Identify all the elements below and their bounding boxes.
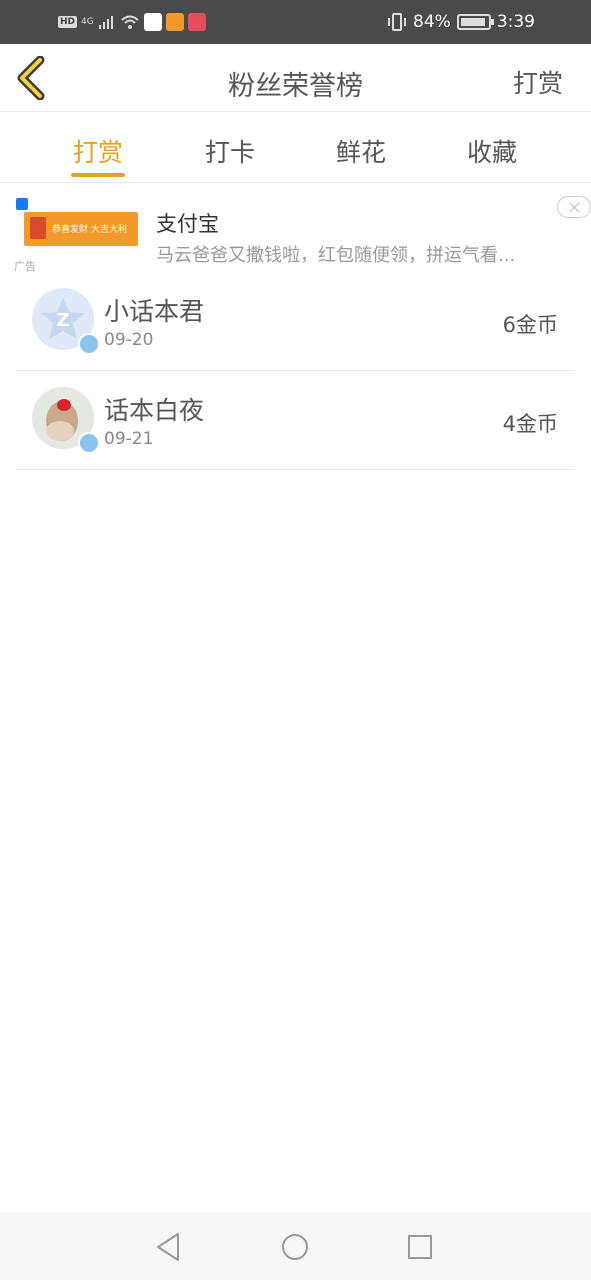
notification-app-icon bbox=[143, 13, 162, 31]
author-badge-icon bbox=[78, 432, 100, 454]
ad-banner[interactable]: 恭喜发财 大吉大利 广告 支付宝 马云爸爸又撒钱啦，红包随便领，拼运气看... bbox=[14, 196, 591, 274]
signal-icon bbox=[98, 16, 113, 29]
clock: 3:39 bbox=[496, 12, 535, 32]
svg-text:Z: Z bbox=[56, 310, 69, 331]
fan-name: 话本白夜 bbox=[104, 396, 205, 425]
red-envelope-icon bbox=[30, 217, 46, 239]
nav-home-button[interactable] bbox=[278, 1230, 312, 1264]
ad-description: 马云爸爸又撒钱啦，红包随便领，拼运气看... bbox=[156, 245, 516, 266]
system-nav-bar bbox=[0, 1212, 591, 1280]
notification-play-icon bbox=[165, 13, 184, 31]
tab-reward[interactable]: 打赏 bbox=[43, 133, 153, 169]
circle-home-icon bbox=[282, 1234, 308, 1260]
tab-bar: 打赏 打卡 鲜花 收藏 bbox=[0, 113, 591, 183]
vibrate-icon bbox=[388, 13, 407, 31]
ad-image: 恭喜发财 大吉大利 bbox=[24, 212, 138, 246]
notification-book-icon bbox=[187, 13, 206, 31]
fan-date: 09-21 bbox=[104, 429, 154, 449]
battery-percent: 84% bbox=[413, 12, 451, 32]
wifi-icon bbox=[121, 15, 139, 29]
tab-checkin[interactable]: 打卡 bbox=[175, 133, 285, 169]
page-title: 粉丝荣誉榜 bbox=[228, 71, 363, 102]
fan-reward-amount: 4金币 bbox=[502, 412, 558, 436]
list-item[interactable]: Z 小话本君 09-20 6金币 bbox=[16, 272, 574, 371]
fan-name: 小话本君 bbox=[104, 297, 205, 326]
reward-button[interactable]: 打赏 bbox=[513, 64, 563, 100]
nav-recents-button[interactable] bbox=[403, 1230, 437, 1264]
alipay-logo-icon bbox=[16, 198, 28, 210]
list-item[interactable]: 话本白夜 09-21 4金币 bbox=[16, 371, 574, 470]
ad-image-text: 恭喜发财 大吉大利 bbox=[52, 225, 127, 235]
triangle-back-icon bbox=[157, 1233, 179, 1261]
tab-flowers[interactable]: 鲜花 bbox=[306, 133, 416, 169]
tab-favorites[interactable]: 收藏 bbox=[437, 133, 547, 169]
status-icons-right: 84% 3:39 bbox=[387, 10, 535, 34]
author-badge-icon bbox=[78, 333, 100, 355]
ad-close-button[interactable] bbox=[557, 196, 591, 218]
tab-active-indicator bbox=[71, 173, 125, 177]
hd-indicator: HD bbox=[58, 16, 78, 28]
battery-icon bbox=[456, 14, 494, 30]
network-type: 4G bbox=[81, 17, 94, 27]
status-icons-left: HD 4G bbox=[58, 12, 206, 32]
status-bar: HD 4G 84% 3:39 bbox=[0, 0, 591, 44]
square-recents-icon bbox=[408, 1235, 432, 1259]
nav-back-button[interactable] bbox=[152, 1230, 186, 1264]
fan-reward-amount: 6金币 bbox=[502, 313, 558, 337]
fan-date: 09-20 bbox=[104, 330, 154, 350]
fan-list: Z 小话本君 09-20 6金币 话本白夜 09-21 4金币 bbox=[16, 272, 574, 470]
ad-title: 支付宝 bbox=[156, 212, 219, 236]
app-header: 粉丝荣誉榜 打赏 bbox=[0, 44, 591, 112]
